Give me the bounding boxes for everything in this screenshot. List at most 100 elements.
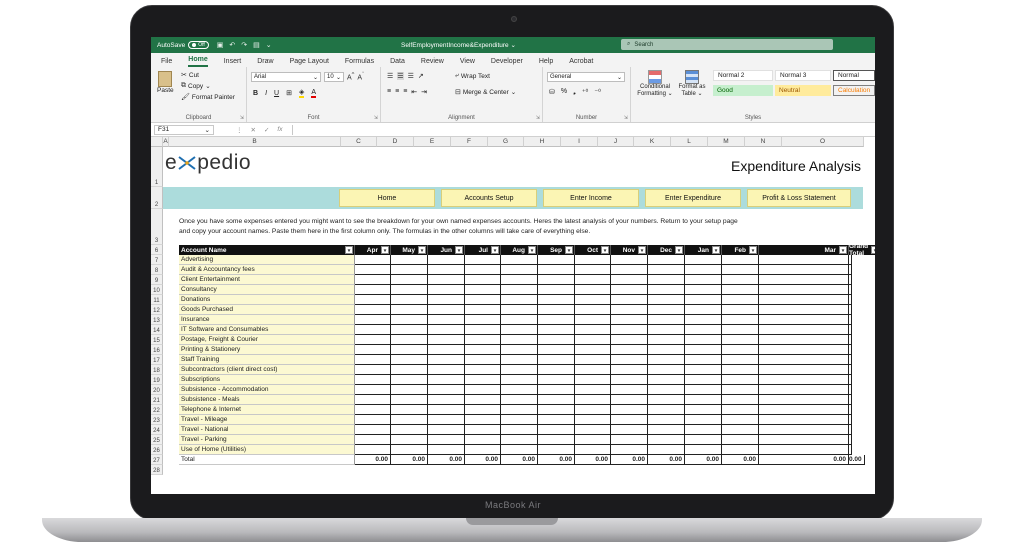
value-cell[interactable] — [759, 325, 849, 335]
tab-developer[interactable]: Developer — [491, 58, 523, 67]
value-cell[interactable] — [575, 395, 611, 405]
account-name-cell[interactable]: Advertising — [179, 255, 355, 265]
tab-acrobat[interactable]: Acrobat — [569, 58, 593, 67]
value-cell[interactable] — [648, 435, 685, 445]
comma-icon[interactable]: ❟ — [573, 88, 576, 96]
value-cell[interactable] — [465, 385, 501, 395]
account-name-cell[interactable]: IT Software and Consumables — [179, 325, 355, 335]
value-cell[interactable] — [849, 405, 852, 415]
value-cell[interactable] — [575, 375, 611, 385]
value-cell[interactable] — [849, 365, 852, 375]
column-header-b[interactable]: B — [169, 137, 341, 147]
value-cell[interactable] — [648, 275, 685, 285]
total-value-cell[interactable]: 0.00 — [685, 455, 722, 465]
value-cell[interactable] — [685, 255, 722, 265]
redo-icon[interactable]: ↷ — [241, 41, 247, 49]
row-header-21[interactable]: 21 — [151, 395, 163, 405]
value-cell[interactable] — [465, 295, 501, 305]
orientation-icon[interactable]: ↗ — [418, 72, 424, 80]
value-cell[interactable] — [501, 285, 538, 295]
value-cell[interactable] — [391, 385, 428, 395]
row-header-16[interactable]: 16 — [151, 345, 163, 355]
value-cell[interactable] — [575, 425, 611, 435]
value-cell[interactable] — [428, 325, 465, 335]
filter-dropdown-icon[interactable]: ▾ — [455, 246, 463, 254]
increase-font-icon[interactable]: A^ — [347, 72, 354, 81]
tab-formulas[interactable]: Formulas — [345, 58, 374, 67]
value-cell[interactable] — [465, 275, 501, 285]
value-cell[interactable] — [465, 445, 501, 455]
value-cell[interactable] — [685, 345, 722, 355]
value-cell[interactable] — [391, 375, 428, 385]
value-cell[interactable] — [611, 285, 648, 295]
value-cell[interactable] — [428, 355, 465, 365]
value-cell[interactable] — [648, 345, 685, 355]
value-cell[interactable] — [722, 365, 759, 375]
value-cell[interactable] — [501, 305, 538, 315]
row-header-9[interactable]: 9 — [151, 275, 163, 285]
column-header-l[interactable]: L — [671, 137, 708, 147]
value-cell[interactable] — [465, 315, 501, 325]
value-cell[interactable] — [428, 305, 465, 315]
tab-file[interactable]: File — [161, 58, 172, 67]
value-cell[interactable] — [685, 385, 722, 395]
value-cell[interactable] — [685, 365, 722, 375]
column-header-n[interactable]: N — [745, 137, 782, 147]
style-normal-2[interactable]: Normal 2 — [713, 70, 773, 81]
column-header-o[interactable]: O — [782, 137, 864, 147]
total-value-cell[interactable]: 0.00 — [722, 455, 759, 465]
row-header-17[interactable]: 17 — [151, 355, 163, 365]
row-header-1[interactable]: 1 — [151, 147, 163, 187]
value-cell[interactable] — [538, 345, 575, 355]
value-cell[interactable] — [501, 445, 538, 455]
decrease-indent-icon[interactable]: ⇤ — [411, 88, 417, 96]
value-cell[interactable] — [355, 315, 391, 325]
value-cell[interactable] — [501, 315, 538, 325]
value-cell[interactable] — [501, 255, 538, 265]
value-cell[interactable] — [501, 415, 538, 425]
value-cell[interactable] — [759, 275, 849, 285]
value-cell[interactable] — [611, 365, 648, 375]
column-header-m[interactable]: M — [708, 137, 745, 147]
account-name-cell[interactable]: Goods Purchased — [179, 305, 355, 315]
tab-home[interactable]: Home — [188, 56, 208, 67]
value-cell[interactable] — [722, 265, 759, 275]
value-cell[interactable] — [501, 275, 538, 285]
value-cell[interactable] — [611, 335, 648, 345]
value-cell[interactable] — [575, 405, 611, 415]
column-header-g[interactable]: G — [488, 137, 524, 147]
value-cell[interactable] — [391, 445, 428, 455]
value-cell[interactable] — [465, 425, 501, 435]
value-cell[interactable] — [465, 405, 501, 415]
tab-review[interactable]: Review — [421, 58, 444, 67]
column-header-e[interactable]: E — [414, 137, 451, 147]
value-cell[interactable] — [849, 335, 852, 345]
value-cell[interactable] — [575, 415, 611, 425]
value-cell[interactable] — [685, 405, 722, 415]
value-cell[interactable] — [391, 395, 428, 405]
paste-button[interactable]: Paste — [157, 71, 174, 94]
enter-icon[interactable]: ✓ — [264, 126, 269, 134]
value-cell[interactable] — [685, 445, 722, 455]
value-cell[interactable] — [391, 295, 428, 305]
value-cell[interactable] — [575, 305, 611, 315]
value-cell[interactable] — [465, 375, 501, 385]
value-cell[interactable] — [611, 405, 648, 415]
value-cell[interactable] — [849, 255, 852, 265]
value-cell[interactable] — [849, 395, 852, 405]
value-cell[interactable] — [391, 275, 428, 285]
value-cell[interactable] — [355, 385, 391, 395]
value-cell[interactable] — [722, 375, 759, 385]
value-cell[interactable] — [355, 435, 391, 445]
value-cell[interactable] — [722, 395, 759, 405]
value-cell[interactable] — [465, 335, 501, 345]
row-header-25[interactable]: 25 — [151, 435, 163, 445]
value-cell[interactable] — [849, 445, 852, 455]
value-cell[interactable] — [465, 365, 501, 375]
value-cell[interactable] — [465, 415, 501, 425]
value-cell[interactable] — [759, 385, 849, 395]
value-cell[interactable] — [465, 265, 501, 275]
value-cell[interactable] — [501, 365, 538, 375]
value-cell[interactable] — [685, 285, 722, 295]
font-name-select[interactable]: Arial ⌄ — [251, 72, 321, 82]
